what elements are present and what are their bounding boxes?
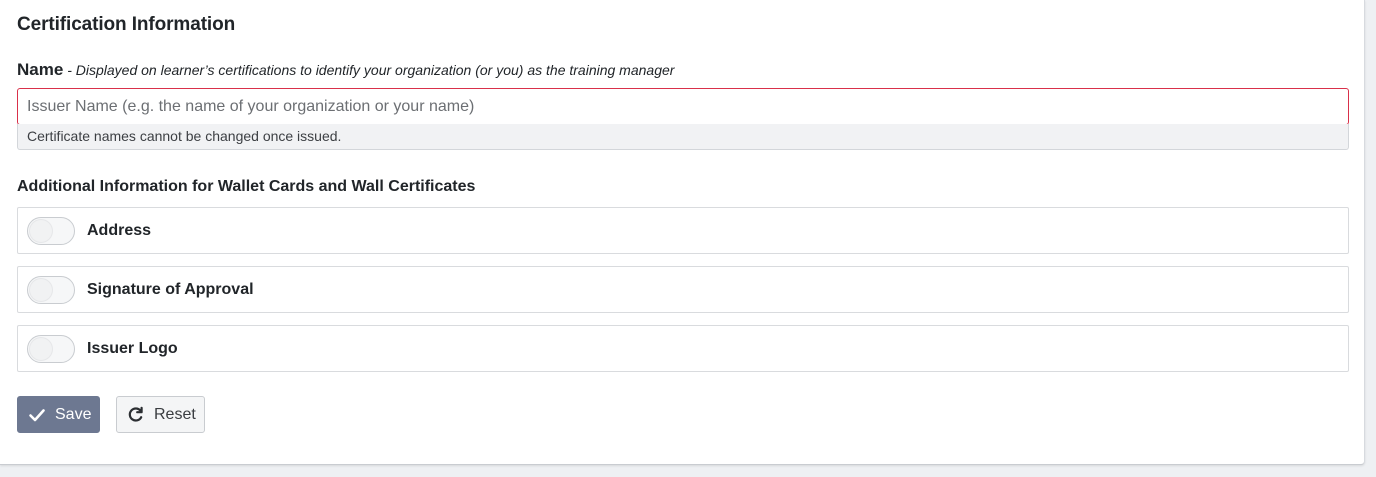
additional-info-title: Additional Information for Wallet Cards … — [17, 178, 476, 195]
reset-label: Reset — [154, 405, 196, 423]
refresh-icon — [127, 406, 145, 424]
toggle-knob — [30, 278, 52, 301]
address-toggle-label: Address — [87, 221, 152, 239]
issuer-name-help-text: Certificate names cannot be changed once… — [17, 124, 1349, 150]
address-toggle[interactable] — [27, 216, 75, 245]
name-label-row: Name - Displayed on learner’s certificat… — [17, 60, 674, 80]
signature-toggle-row[interactable]: Signature of Approval — [17, 266, 1349, 313]
reset-button[interactable]: Reset — [116, 396, 205, 433]
certification-card: Certification Information Name - Display… — [0, 0, 1365, 465]
address-toggle-row[interactable]: Address — [17, 207, 1349, 254]
toggle-knob — [30, 337, 52, 360]
save-button[interactable]: Save — [17, 396, 100, 433]
signature-toggle-label: Signature of Approval — [87, 280, 254, 298]
toggle-knob — [30, 219, 52, 242]
issuer-logo-toggle-row[interactable]: Issuer Logo — [17, 325, 1349, 372]
issuer-logo-toggle[interactable] — [27, 334, 75, 363]
issuer-name-input[interactable] — [17, 88, 1349, 125]
signature-toggle[interactable] — [27, 275, 75, 304]
issuer-logo-toggle-label: Issuer Logo — [87, 339, 178, 357]
save-label: Save — [55, 405, 92, 423]
check-icon — [28, 406, 46, 424]
section-title: Certification Information — [17, 14, 236, 35]
name-label: Name — [17, 60, 64, 79]
name-hint: - Displayed on learner’s certifications … — [63, 62, 675, 78]
